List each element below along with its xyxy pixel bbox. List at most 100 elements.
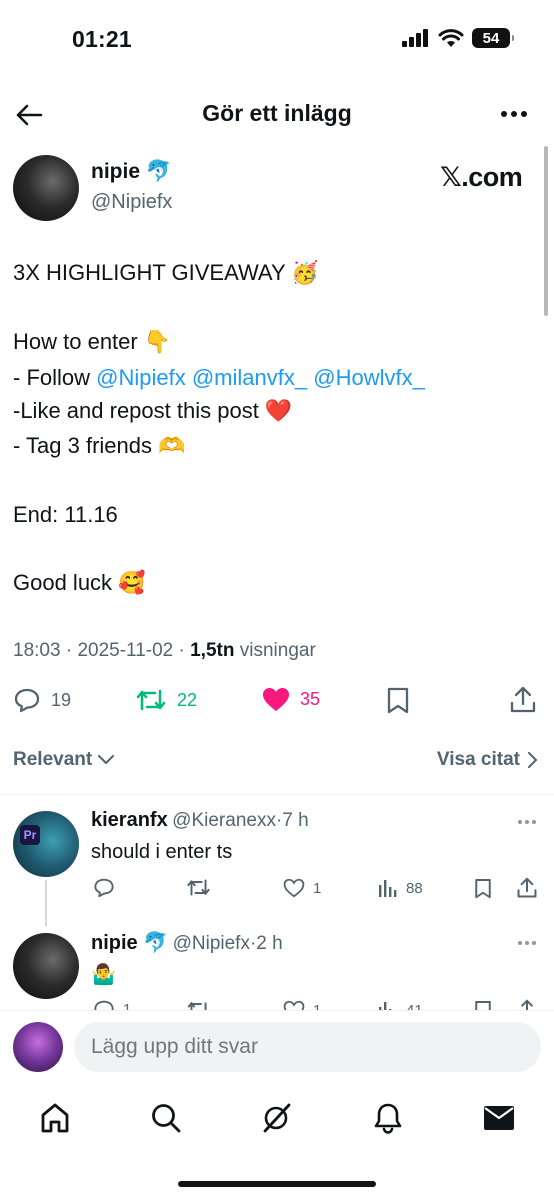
like-count: 35 (300, 689, 321, 709)
reply-bookmark-button[interactable] (474, 878, 492, 905)
reply-share-button[interactable] (517, 877, 537, 904)
reply-views[interactable]: 88 (378, 879, 423, 897)
post-line-title: 3X HIGHLIGHT GIVEAWAY 🥳 (13, 260, 319, 285)
like-button[interactable]: 35 (262, 687, 320, 712)
post-line-tag: - Tag 3 friends 🫶 (13, 433, 186, 458)
mention-howlvfx[interactable]: @Howlvfx_ (313, 365, 425, 390)
views-bar-icon (379, 880, 397, 897)
post-date: 2025-11-02 (77, 640, 174, 661)
post-line-end: End: 11.16 (13, 502, 118, 527)
view-quotes-link[interactable]: Visa citat (437, 749, 538, 771)
reply-header: nipie 🐬 @Nipiefx·2 h (91, 930, 283, 955)
search-icon (152, 1104, 181, 1133)
wifi-icon (438, 28, 464, 47)
views-count[interactable]: 1,5tn (190, 640, 234, 661)
heart-icon (283, 878, 305, 898)
reply-views-count: 41 (406, 1001, 423, 1011)
follow-prefix: - Follow (13, 365, 97, 390)
view-quotes-label: Visa citat (436, 749, 520, 770)
reply-actions-clipped: 1 1 41 (0, 996, 554, 1010)
chevron-right-icon (528, 752, 537, 768)
bell-icon (374, 1103, 402, 1134)
mention-nipiefx[interactable]: @Nipiefx (96, 365, 186, 390)
reply-author-name[interactable]: nipie 🐬 (91, 932, 168, 954)
reply-repost-button[interactable] (186, 999, 219, 1010)
reply-like-count: 1 (313, 879, 322, 897)
status-icons: 54 (402, 28, 514, 48)
scrollbar[interactable] (544, 146, 548, 316)
reply-age: 2 h (256, 933, 283, 954)
page-title: Gör ett inlägg (202, 100, 352, 126)
reply-bookmark-button[interactable] (474, 1000, 492, 1010)
reply-icon (14, 688, 40, 713)
views-label[interactable]: visningar (240, 640, 316, 661)
share-button[interactable] (510, 686, 536, 719)
reply-views-count: 88 (406, 879, 423, 897)
reply-like-count: 1 (313, 1001, 322, 1011)
post-line-like-repost: -Like and repost this post ❤️ (13, 398, 293, 423)
reply-like-button[interactable]: 1 (283, 1000, 321, 1010)
reply-views[interactable]: 41 (378, 1001, 423, 1010)
reply-more-icon[interactable] (518, 941, 536, 945)
reply-icon (94, 1000, 114, 1010)
reply-count: 19 (51, 689, 72, 710)
reply-avatar[interactable]: Pr (13, 811, 79, 877)
author-avatar[interactable] (13, 155, 79, 221)
xcom-badge: 𝕏.com (440, 162, 523, 192)
home-indicator[interactable] (178, 1181, 376, 1187)
sort-dropdown[interactable]: Relevant (13, 749, 115, 771)
premiere-logo-icon: Pr (20, 825, 40, 845)
views-bar-icon (379, 1002, 392, 1010)
post-time: 18:03 (13, 640, 61, 661)
repost-count: 22 (177, 689, 198, 710)
divider (0, 794, 554, 795)
mail-icon (484, 1106, 514, 1130)
reply-more-icon[interactable] (518, 820, 536, 824)
bookmark-icon (387, 687, 409, 714)
signal-icon (402, 29, 428, 47)
reply-avatar[interactable] (13, 933, 79, 999)
tab-notifications[interactable] (366, 1096, 410, 1140)
tab-search[interactable] (144, 1096, 188, 1140)
home-icon (41, 1103, 69, 1133)
tab-grok[interactable] (255, 1096, 299, 1140)
post-line-follow: - Follow @Nipiefx @milanvfx_ @Howlvfx_ (13, 365, 425, 391)
reply-reply-button[interactable] (93, 877, 123, 898)
tab-messages[interactable] (477, 1096, 521, 1140)
repost-icon (136, 689, 166, 711)
reply-age: 7 h (282, 810, 309, 831)
reply-text: 🤷‍♂️ (91, 964, 116, 986)
tab-home[interactable] (33, 1096, 77, 1140)
post-line-how-to: How to enter 👇 (13, 329, 172, 354)
reply-icon (94, 878, 114, 898)
bookmark-button[interactable] (386, 687, 410, 720)
reply-text: should i enter ts (91, 841, 233, 863)
share-icon (510, 686, 536, 713)
reply-author-handle[interactable]: @Kieranexx (172, 810, 276, 831)
reply-like-button[interactable]: 1 (283, 878, 321, 898)
reply-repost-button[interactable] (186, 877, 219, 898)
heart-icon (283, 1000, 305, 1010)
bookmark-icon (475, 879, 491, 899)
repost-button[interactable]: 22 (135, 687, 197, 713)
share-icon (520, 999, 534, 1010)
author-name[interactable]: nipie 🐬 (91, 160, 172, 184)
reply-author-name[interactable]: kieranfx (91, 809, 168, 831)
mention-milanvfx[interactable]: @milanvfx_ (192, 365, 307, 390)
reply-author-handle[interactable]: @Nipiefx (173, 933, 250, 954)
more-dots-icon (501, 111, 527, 117)
repost-icon (187, 1001, 207, 1010)
reply-share-button[interactable] (517, 999, 537, 1010)
reply-button[interactable]: 19 (13, 687, 71, 713)
reply-reply-button[interactable]: 1 (93, 999, 131, 1010)
reply-input[interactable] (74, 1022, 541, 1072)
reply-header: kieranfx @Kieranexx·7 h (91, 809, 309, 832)
post-meta: 18:03 · 2025-11-02 · 1,5tn visningar (13, 640, 316, 661)
thread-line (45, 880, 47, 926)
post-line-good-luck: Good luck 🥰 (13, 570, 146, 595)
my-avatar[interactable] (13, 1022, 63, 1072)
bookmark-icon (475, 1001, 491, 1010)
author-handle[interactable]: @Nipiefx (91, 191, 172, 214)
more-options-button[interactable] (496, 98, 532, 130)
sort-label: Relevant (13, 749, 93, 770)
